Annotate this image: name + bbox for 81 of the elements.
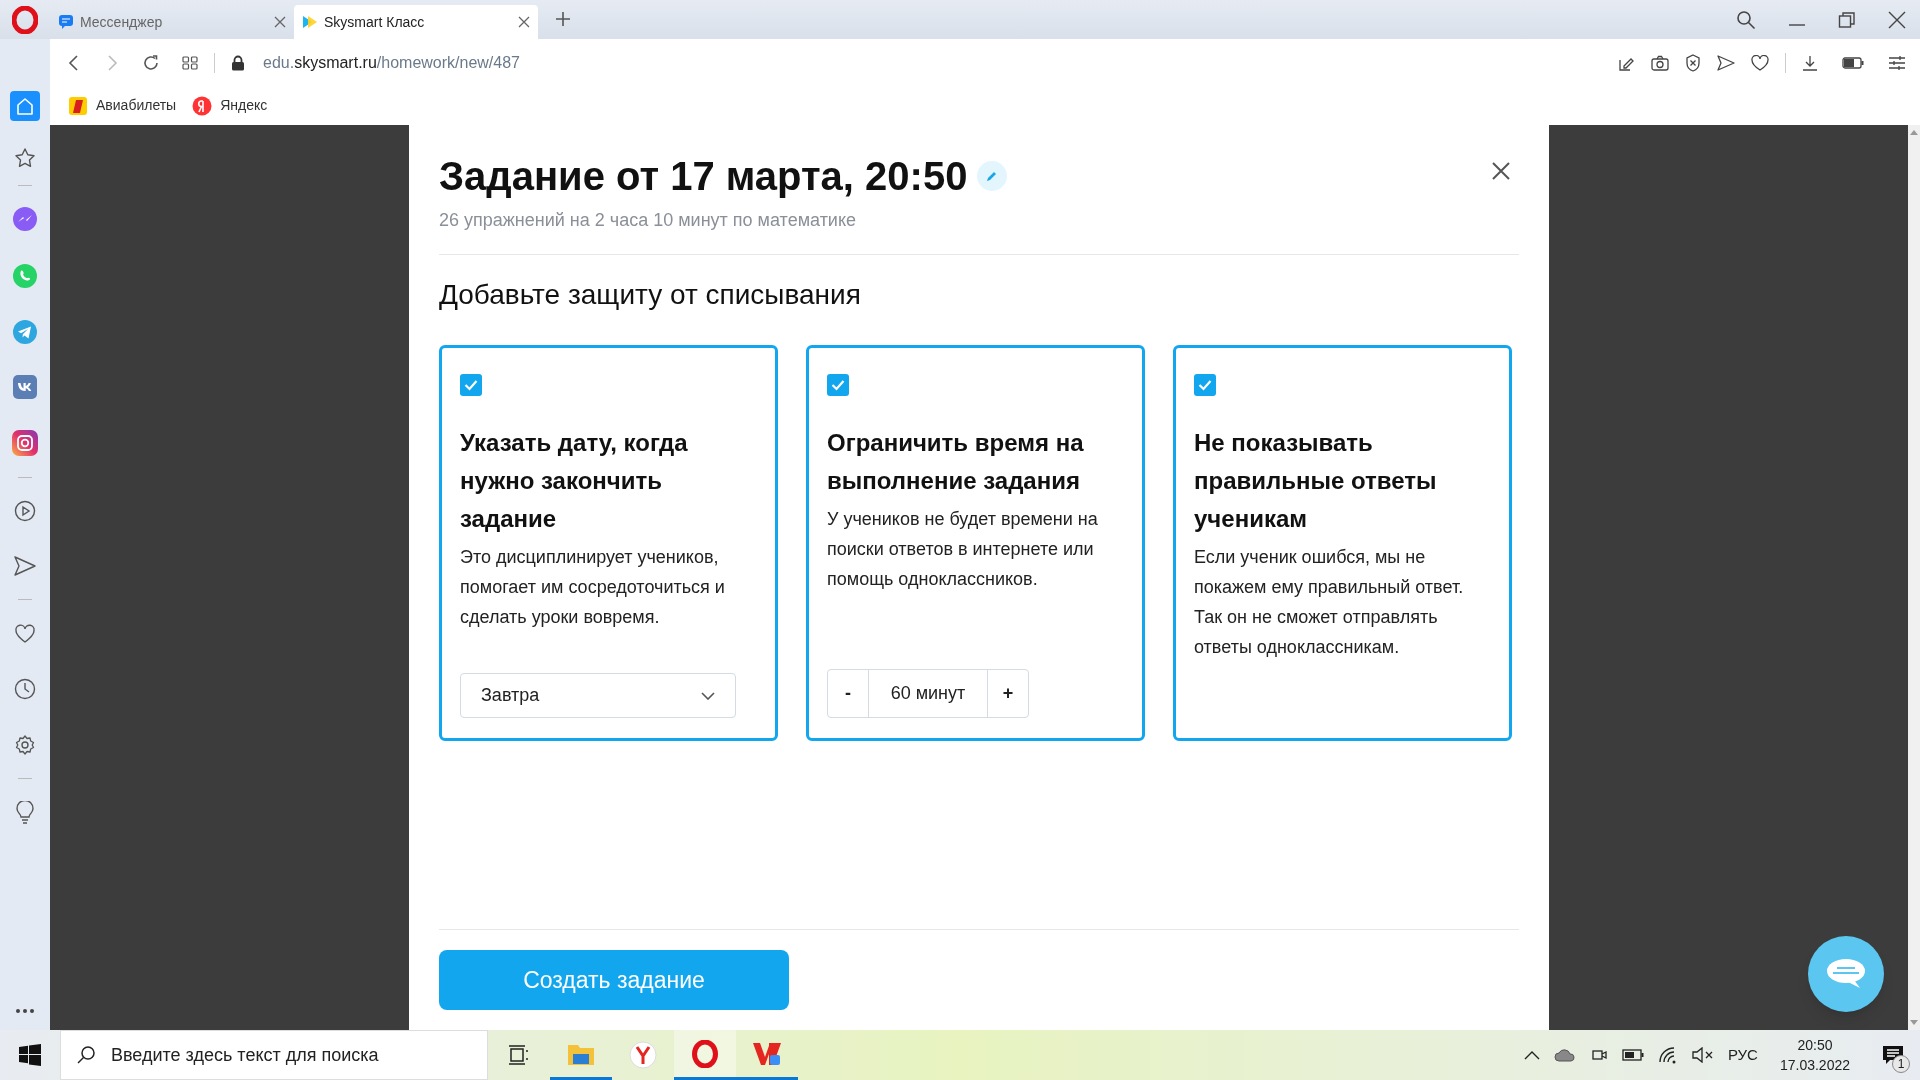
checkbox[interactable] bbox=[827, 374, 849, 396]
browser-logo-icon[interactable] bbox=[692, 1039, 718, 1068]
language-indicator[interactable]: РУС bbox=[1727, 1043, 1758, 1067]
send-icon[interactable] bbox=[1717, 54, 1735, 71]
app-logo-icon[interactable] bbox=[752, 1040, 782, 1067]
checkmark-icon bbox=[464, 379, 478, 391]
close-icon[interactable] bbox=[1888, 10, 1906, 29]
search-icon bbox=[76, 1045, 96, 1065]
lightbulb-icon[interactable] bbox=[15, 801, 35, 825]
new-tab-icon[interactable] bbox=[554, 10, 572, 28]
home-button[interactable] bbox=[10, 91, 40, 121]
address-field[interactable]: edu.skysmart.ru/homework/new/487 bbox=[263, 50, 520, 75]
more-icon[interactable] bbox=[15, 1008, 35, 1014]
chevron-up-icon[interactable] bbox=[1523, 1050, 1540, 1060]
bookmark-link[interactable]: Авиабилеты bbox=[68, 95, 177, 116]
windows-start-icon[interactable] bbox=[19, 1044, 41, 1066]
close-icon[interactable] bbox=[274, 16, 286, 28]
taskbar-search-field[interactable]: Введите здесь текст для поиска bbox=[60, 1030, 488, 1080]
option-card[interactable]: Не показывать правильные ответы ученикам Если ученик ошибся, мы не покажем ему правильный ответ. Так он не сможет отправлять ответы одноклассникам. bbox=[1173, 345, 1512, 741]
play-logo-icon bbox=[302, 15, 318, 29]
browser-tab[interactable]: Skysmart Класс bbox=[294, 5, 538, 39]
battery-icon[interactable] bbox=[1621, 1049, 1644, 1061]
close-icon[interactable] bbox=[518, 16, 530, 28]
card-title: Ограничить время на выполнение задания bbox=[827, 428, 1085, 496]
lock-icon bbox=[231, 54, 245, 71]
browser-tab[interactable]: Мессенджер bbox=[50, 5, 294, 39]
card-title: Не показывать правильные ответы ученикам bbox=[1194, 428, 1438, 534]
checkbox[interactable] bbox=[460, 374, 482, 396]
bookmark-link[interactable]: Яндекс bbox=[192, 95, 268, 116]
card-title: Указать дату, когда нужно закончить задание bbox=[460, 428, 689, 534]
option-card[interactable]: Ограничить время на выполнение задания У учеников не будет времени на поиски ответов в интернете или помощь одноклассников. - 60 минут + bbox=[806, 345, 1145, 741]
notification-count: 1 bbox=[1892, 1055, 1910, 1073]
clock-icon[interactable] bbox=[14, 678, 36, 700]
settings-icon[interactable] bbox=[14, 734, 36, 756]
send-icon[interactable] bbox=[13, 555, 37, 577]
telegram-icon[interactable] bbox=[12, 319, 38, 345]
tab-title: Skysmart Класс bbox=[324, 12, 426, 32]
camera-icon[interactable] bbox=[1651, 54, 1669, 71]
instagram-icon[interactable] bbox=[12, 430, 38, 456]
close-icon[interactable] bbox=[1491, 161, 1511, 181]
home-icon bbox=[15, 96, 35, 116]
reload-icon[interactable] bbox=[142, 53, 160, 72]
suitcase-icon bbox=[68, 95, 88, 116]
browser-logo-icon[interactable] bbox=[12, 5, 38, 34]
modal-title: Задание от 17 марта, 20:50 bbox=[439, 153, 968, 200]
wifi-icon[interactable] bbox=[1657, 1046, 1678, 1064]
download-icon[interactable] bbox=[1802, 54, 1818, 71]
chat-bubble-icon bbox=[58, 14, 74, 30]
speaker-muted-icon[interactable] bbox=[1691, 1047, 1714, 1063]
increase-button[interactable]: + bbox=[988, 670, 1028, 717]
date-dropdown[interactable]: Завтра bbox=[460, 673, 736, 718]
section-heading: Добавьте защиту от списывания bbox=[439, 278, 862, 312]
vk-icon[interactable] bbox=[13, 375, 37, 399]
checkmark-icon bbox=[1198, 379, 1212, 391]
play-icon[interactable] bbox=[14, 500, 36, 522]
tab-grid-icon[interactable] bbox=[182, 55, 198, 70]
clock-time[interactable]: 20:50 bbox=[1797, 1035, 1833, 1055]
tab-title: Мессенджер bbox=[80, 12, 164, 32]
option-card[interactable]: Указать дату, когда нужно закончить задание Это дисциплинирует учеников, помогает им сосредоточиться и сделать уроки вовремя. Завтра bbox=[439, 345, 778, 741]
checkmark-icon bbox=[831, 379, 845, 391]
card-description: У учеников не будет времени на поиски ответов в интернете или помощь одноклассников. bbox=[827, 508, 1099, 591]
clock-date[interactable]: 17.03.2022 bbox=[1779, 1055, 1850, 1075]
messenger-icon[interactable] bbox=[12, 206, 38, 232]
heart-icon[interactable] bbox=[1751, 54, 1769, 71]
card-description: Если ученик ошибся, мы не покажем ему правильный ответ. Так он не сможет отправлять ответы одноклассникам. bbox=[1194, 546, 1465, 659]
chevron-down-icon bbox=[701, 691, 715, 700]
task-view-icon[interactable] bbox=[508, 1045, 530, 1065]
shield-icon[interactable] bbox=[1685, 53, 1701, 72]
decrease-button[interactable]: - bbox=[828, 670, 868, 717]
duration-value: 60 минут bbox=[868, 670, 988, 717]
restore-icon[interactable] bbox=[1838, 10, 1856, 29]
card-description: Это дисциплинирует учеников, помогает им сосредоточиться и сделать уроки вовремя. bbox=[460, 546, 726, 629]
search-icon[interactable] bbox=[1736, 9, 1756, 30]
checkbox[interactable] bbox=[1194, 374, 1216, 396]
star-icon[interactable] bbox=[14, 147, 36, 169]
yandex-logo-icon bbox=[192, 95, 213, 116]
settings-sliders-icon[interactable] bbox=[1888, 54, 1906, 71]
battery-saver-icon[interactable] bbox=[1842, 56, 1864, 69]
modal-subtitle: 26 упражнений на 2 часа 10 минут по математике bbox=[439, 209, 857, 232]
heart-icon[interactable] bbox=[14, 624, 36, 644]
cloud-icon[interactable] bbox=[1553, 1048, 1576, 1062]
